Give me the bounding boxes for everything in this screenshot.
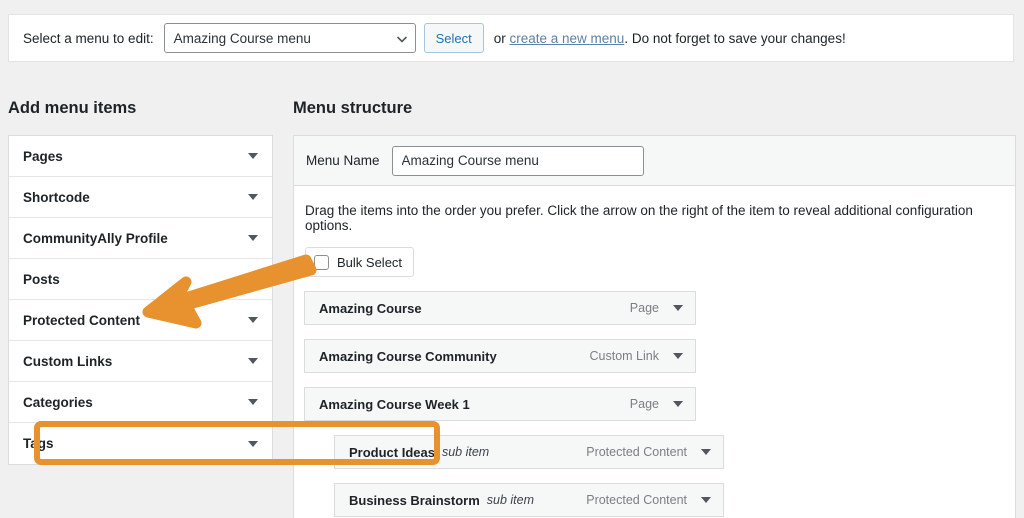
accordion-item-shortcode[interactable]: Shortcode xyxy=(9,177,272,218)
menu-item-type: Page xyxy=(629,397,659,411)
drag-instructions: Drag the items into the order you prefer… xyxy=(305,203,973,233)
caret-down-icon[interactable] xyxy=(248,194,258,200)
accordion-item-label: Shortcode xyxy=(23,189,90,205)
menu-structure-panel: Menu Name Drag the items into the order … xyxy=(293,135,1016,518)
menu-item-type: Protected Content xyxy=(586,493,687,507)
menu-select-bar: Select a menu to edit: Amazing Course me… xyxy=(8,14,1014,62)
accordion-item-label: Protected Content xyxy=(23,312,141,328)
caret-down-icon[interactable] xyxy=(701,497,711,503)
menu-select-value: Amazing Course menu xyxy=(173,30,311,46)
accordion-item-label: Tags xyxy=(23,436,54,451)
menu-item-title: Product Ideas xyxy=(349,444,435,460)
menu-items-list: Amazing Course Page Amazing Course Communi… xyxy=(294,291,1015,517)
accordion-item-custom-links[interactable]: Custom Links xyxy=(9,341,272,382)
menu-item-sub-label: sub item xyxy=(441,445,490,459)
caret-down-icon[interactable] xyxy=(248,399,258,405)
menu-item-title: Amazing Course Week 1 xyxy=(319,396,470,412)
accordion-item-communityally-profile[interactable]: CommunityAlly Profile xyxy=(9,218,272,259)
topbar-hint: or create a new menu. Do not forget to s… xyxy=(494,31,846,46)
add-menu-items-panel: Pages Shortcode CommunityAlly Profile Posts… xyxy=(8,135,273,465)
accordion-item-label: Custom Links xyxy=(23,353,113,369)
caret-down-icon[interactable] xyxy=(248,358,258,364)
accordion-item-label: Categories xyxy=(23,394,93,410)
menu-item-row[interactable]: Business Brainstorm sub item Protected Con… xyxy=(334,483,724,517)
accordion-item-categories[interactable]: Categories xyxy=(9,382,272,423)
caret-down-icon[interactable] xyxy=(673,353,683,359)
menu-item-type: Page xyxy=(629,301,659,315)
accordion-item-label: CommunityAlly Profile xyxy=(23,230,168,246)
menu-name-row: Menu Name xyxy=(294,136,1015,186)
topbar-hint-suffix: . Do not forget to save your changes! xyxy=(624,30,846,46)
accordion-item-label: Pages xyxy=(23,148,63,164)
add-menu-items-heading: Add menu items xyxy=(8,99,137,117)
menu-name-label: Menu Name xyxy=(306,153,380,168)
menu-item-title: Amazing Course Community xyxy=(319,348,497,364)
bulk-select-label: Bulk Select xyxy=(337,254,403,270)
menu-item-title: Amazing Course xyxy=(319,300,422,316)
caret-down-icon[interactable] xyxy=(248,440,258,447)
menu-select-dropdown[interactable]: Amazing Course menu xyxy=(163,23,416,53)
menu-item-title: Business Brainstorm xyxy=(349,492,480,508)
menu-structure-heading: Menu structure xyxy=(293,99,413,117)
caret-down-icon[interactable] xyxy=(673,401,683,407)
menu-item-sub-label: sub item xyxy=(486,493,535,507)
menu-item-row[interactable]: Amazing Course Community Custom Link xyxy=(304,339,696,373)
topbar-hint-prefix: or xyxy=(493,30,510,46)
caret-down-icon[interactable] xyxy=(673,305,683,311)
menu-item-row[interactable]: Amazing Course Page xyxy=(304,291,696,325)
menu-item-type: Custom Link xyxy=(589,349,659,363)
accordion-item-label: Posts xyxy=(23,271,60,287)
bulk-select-checkbox[interactable] xyxy=(314,254,329,270)
accordion-item-pages[interactable]: Pages xyxy=(9,136,272,177)
caret-down-icon[interactable] xyxy=(701,449,711,455)
caret-down-icon[interactable] xyxy=(248,153,258,159)
create-new-menu-link[interactable]: create a new menu xyxy=(509,31,624,46)
select-menu-label: Select a menu to edit: xyxy=(23,30,154,46)
accordion-item-posts[interactable]: Posts xyxy=(9,259,272,300)
caret-down-icon[interactable] xyxy=(248,235,258,241)
accordion-item-tags[interactable]: Tags xyxy=(9,423,272,464)
menu-name-input[interactable] xyxy=(391,145,644,176)
menu-item-row[interactable]: Product Ideas sub item Protected Content xyxy=(334,435,724,469)
select-button[interactable]: Select xyxy=(423,23,484,53)
chevron-down-icon xyxy=(396,33,407,43)
accordion-item-protected-content[interactable]: Protected Content xyxy=(9,300,272,341)
menu-item-type: Protected Content xyxy=(586,445,687,459)
bulk-select-toggle[interactable]: Bulk Select xyxy=(305,247,415,277)
caret-down-icon[interactable] xyxy=(248,317,258,323)
menu-item-row[interactable]: Amazing Course Week 1 Page xyxy=(304,387,696,421)
